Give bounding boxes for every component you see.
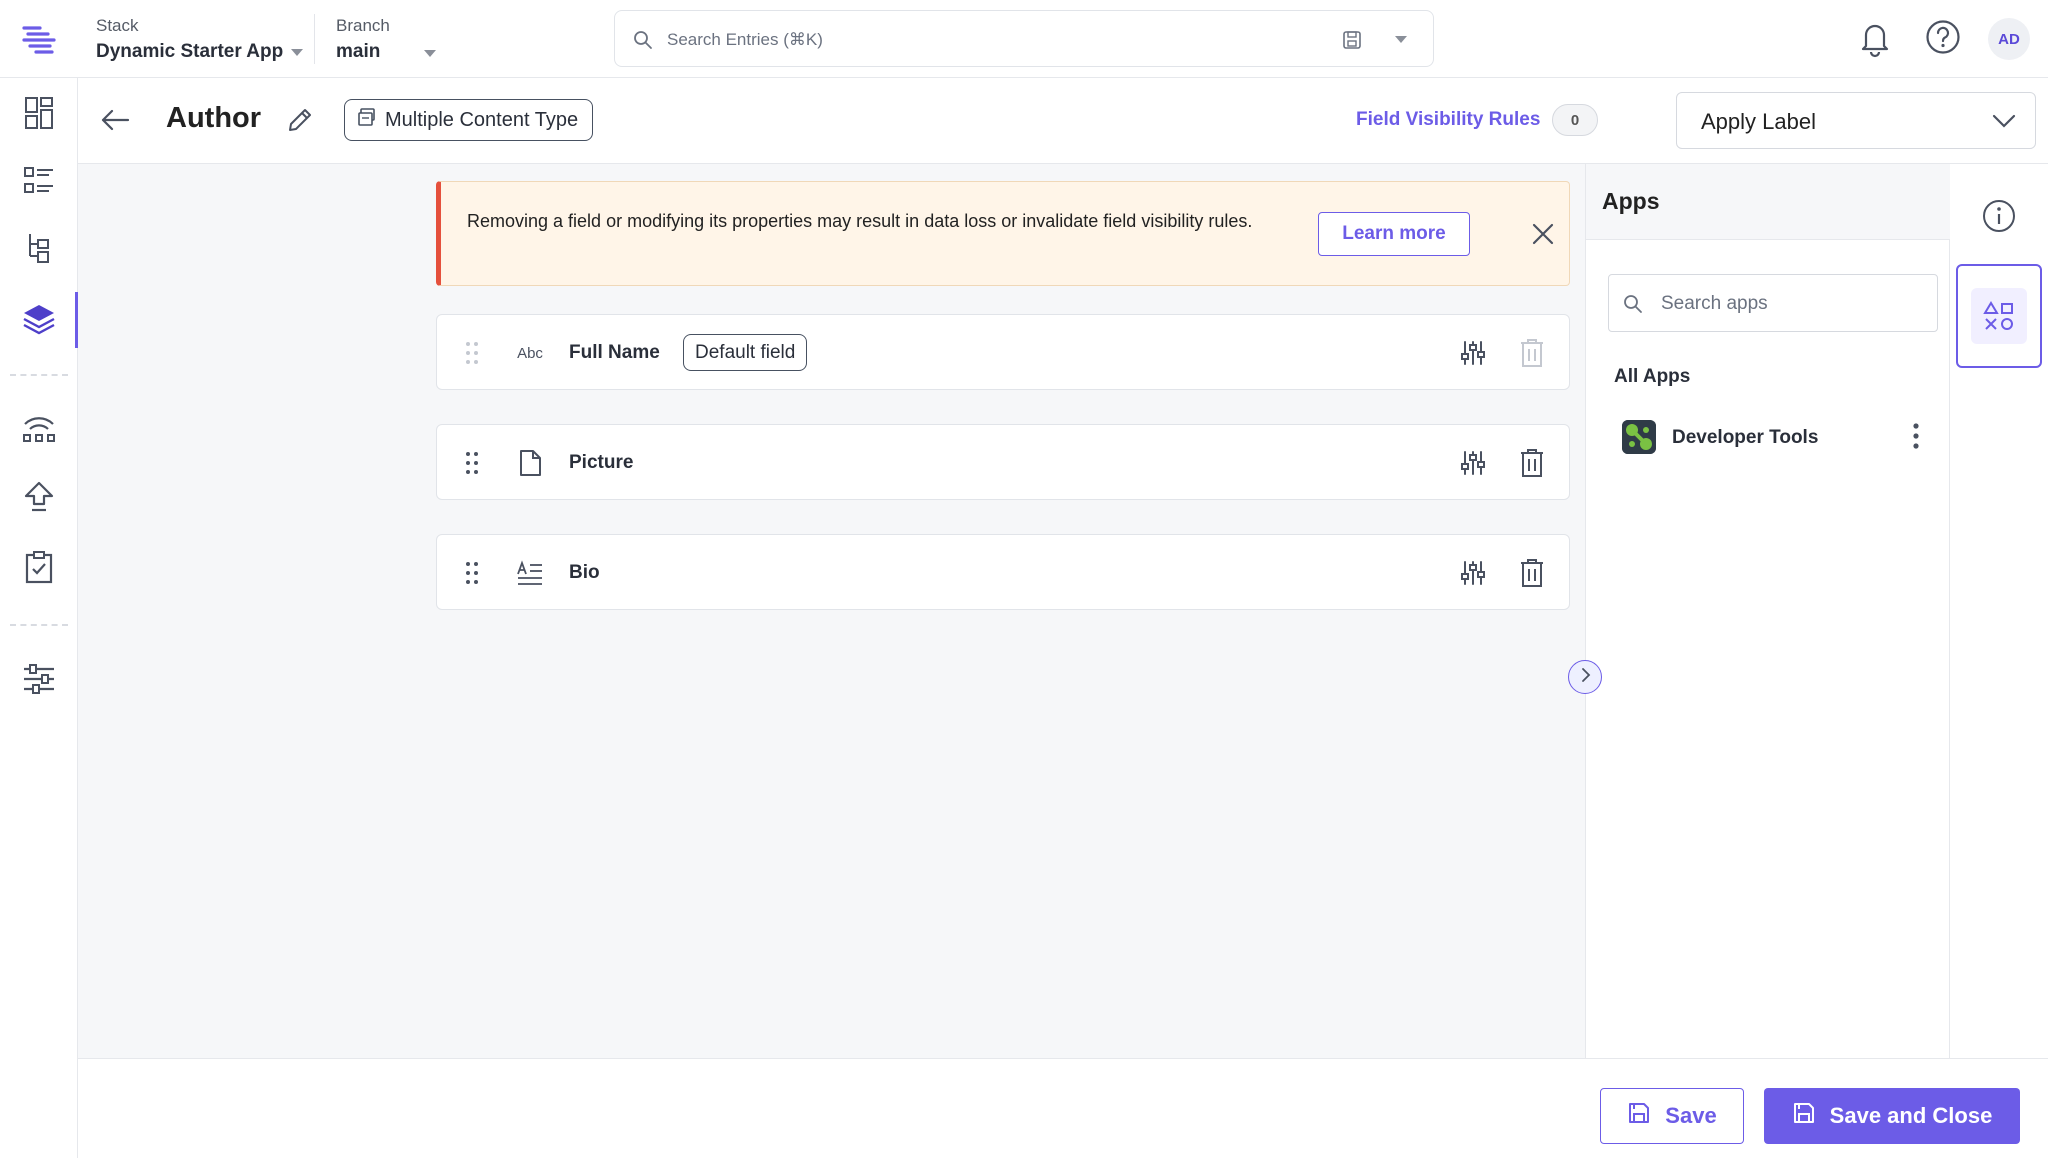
stack-selector[interactable]: Stack Dynamic Starter App: [96, 16, 304, 63]
content-type-kind-badge: Multiple Content Type: [344, 99, 594, 141]
close-icon[interactable]: [1531, 222, 1555, 251]
search-options-caret-icon[interactable]: [1395, 36, 1407, 43]
field-settings-icon[interactable]: [1459, 339, 1487, 372]
field-row-picture[interactable]: Picture: [436, 424, 1570, 500]
assets-icon[interactable]: [20, 230, 58, 268]
delete-icon: [1519, 338, 1545, 373]
save-floppy-icon: [1792, 1101, 1816, 1131]
warning-message: Removing a field or modifying its proper…: [467, 211, 1253, 231]
delete-icon[interactable]: [1519, 448, 1545, 483]
apps-panel-header: Apps: [1586, 164, 1951, 240]
field-visibility-rules-count: 0: [1552, 104, 1598, 136]
saved-searches-icon[interactable]: [1341, 29, 1363, 56]
save-button[interactable]: Save: [1600, 1088, 1744, 1144]
multiline-text-icon: [515, 559, 545, 587]
default-field-badge: Default field: [683, 334, 808, 371]
branch-label: Branch: [336, 16, 390, 35]
delete-icon[interactable]: [1519, 558, 1545, 593]
apply-label-dropdown[interactable]: Apply Label: [1676, 92, 2036, 149]
apply-label-text: Apply Label: [1701, 109, 1816, 134]
apps-panel-button[interactable]: [1956, 264, 2042, 368]
back-arrow-icon[interactable]: [100, 108, 130, 137]
dashboard-icon[interactable]: [20, 94, 58, 132]
app-item-developer-tools[interactable]: Developer Tools: [1622, 418, 1932, 458]
abc-glyph: Abc: [517, 344, 543, 362]
field-settings-icon[interactable]: [1459, 449, 1487, 482]
webhooks-icon[interactable]: [20, 408, 58, 446]
drag-handle-icon[interactable]: [465, 451, 479, 480]
contentstack-logo-icon[interactable]: [18, 18, 60, 60]
stack-label: Stack: [96, 16, 139, 35]
edit-pencil-icon[interactable]: [286, 106, 314, 139]
active-nav-indicator: [75, 292, 78, 348]
app-name: Developer Tools: [1672, 427, 1819, 448]
search-apps-input[interactable]: Search apps: [1608, 274, 1938, 332]
save-label: Save: [1665, 1103, 1717, 1128]
search-entries-bar[interactable]: Search Entries (⌘K): [614, 10, 1434, 67]
help-icon[interactable]: [1924, 18, 1962, 61]
nav-divider: [10, 624, 68, 626]
stack-name: Dynamic Starter App: [96, 41, 284, 62]
footer-action-bar: Save Save and Close: [78, 1058, 2048, 1158]
user-avatar[interactable]: AD: [1988, 18, 2030, 60]
apps-panel: Apps Search apps All Apps Developer Tool…: [1585, 164, 1951, 1058]
search-icon: [633, 30, 653, 55]
chevron-down-icon: [1991, 112, 2017, 135]
top-bar: Stack Dynamic Starter App Branch main Se…: [0, 0, 2048, 78]
save-floppy-icon: [1627, 1101, 1651, 1131]
developer-tools-app-icon: [1622, 420, 1656, 454]
content-models-icon[interactable]: [20, 300, 58, 338]
field-name: Full Name: [569, 342, 660, 363]
field-settings-icon[interactable]: [1459, 559, 1487, 592]
search-icon: [1623, 294, 1643, 319]
left-navigation: [0, 78, 78, 1158]
entries-list-icon[interactable]: [20, 162, 58, 200]
drag-handle-icon[interactable]: [465, 561, 479, 590]
right-rail: [1950, 164, 2048, 1058]
field-warning-notice: Removing a field or modifying its proper…: [436, 181, 1570, 286]
abc-text-icon: Abc: [515, 339, 545, 367]
info-icon[interactable]: [1981, 198, 2017, 239]
deploy-icon[interactable]: [20, 478, 58, 516]
save-and-close-button[interactable]: Save and Close: [1764, 1088, 2020, 1144]
chevron-right-icon: [1578, 667, 1592, 688]
settings-sliders-icon[interactable]: [20, 660, 58, 698]
apps-shapes-icon: [1971, 288, 2027, 344]
all-apps-heading: All Apps: [1614, 366, 1691, 387]
stack-dropdown-caret-icon: [291, 48, 304, 56]
file-icon: [515, 449, 545, 477]
collapse-panel-button[interactable]: [1568, 660, 1602, 694]
content-type-kind-label: Multiple Content Type: [385, 108, 579, 131]
topbar-divider: [314, 14, 315, 64]
drag-handle-icon[interactable]: [465, 341, 479, 370]
content-type-title: Author: [166, 102, 262, 134]
learn-more-button[interactable]: Learn more: [1318, 212, 1470, 256]
field-name: Bio: [569, 562, 600, 583]
search-apps-placeholder: Search apps: [1661, 293, 1768, 314]
branch-name: main: [336, 41, 381, 62]
search-entries-placeholder: Search Entries (⌘K): [667, 30, 823, 49]
more-options-icon[interactable]: [1912, 422, 1920, 455]
save-and-close-label: Save and Close: [1829, 1103, 1993, 1128]
notifications-bell-icon[interactable]: [1856, 18, 1894, 63]
field-name: Picture: [569, 452, 634, 473]
branch-dropdown-caret-icon[interactable]: [424, 50, 436, 57]
field-row-bio[interactable]: Bio: [436, 534, 1570, 610]
nav-divider: [10, 374, 68, 376]
tasks-clipboard-icon[interactable]: [20, 548, 58, 586]
field-visibility-rules-link[interactable]: Field Visibility Rules: [1356, 109, 1540, 131]
field-row-full-name[interactable]: Abc Full Name Default field: [436, 314, 1570, 390]
content-type-header: Author Multiple Content Type Field Visib…: [78, 78, 2048, 164]
multiple-content-type-icon: [357, 107, 377, 133]
apps-panel-title: Apps: [1602, 188, 1660, 214]
